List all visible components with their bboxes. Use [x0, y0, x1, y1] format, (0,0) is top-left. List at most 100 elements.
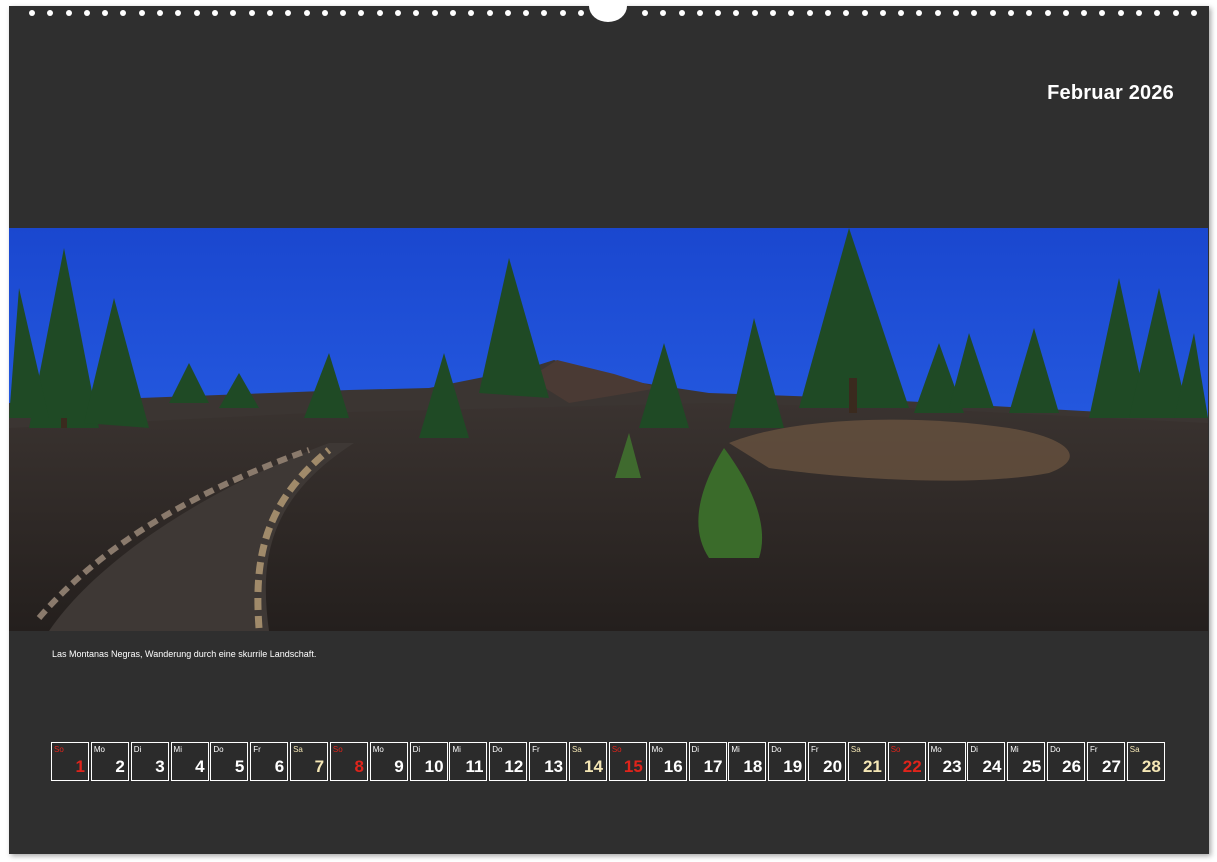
- weekday-label: Mo: [372, 745, 384, 754]
- weekday-label: So: [332, 745, 343, 754]
- day-number: 10: [424, 757, 444, 776]
- day-cell: Mi 4: [170, 742, 209, 781]
- binding-hole: [377, 10, 383, 16]
- binding-hole: [304, 10, 310, 16]
- weekday-label: Di: [412, 745, 421, 754]
- month-title: Februar 2026: [1047, 82, 1174, 104]
- day-number: 16: [663, 757, 683, 776]
- binding-hole: [487, 10, 493, 16]
- day-cell: Mo 23: [927, 742, 966, 781]
- binding-hole: [1045, 10, 1051, 16]
- landscape-photo-svg: [9, 228, 1208, 631]
- day-cell: Do 12: [489, 742, 528, 781]
- day-number: 27: [1102, 757, 1121, 776]
- binding-hole: [1063, 10, 1069, 16]
- day-cell: So 8: [329, 742, 368, 781]
- binding-hole: [249, 10, 255, 16]
- binding-hole: [578, 10, 584, 16]
- weekday-label: Sa: [850, 745, 861, 754]
- day-cell: So 22: [887, 742, 926, 781]
- day-number: 3: [155, 757, 165, 776]
- day-number: 28: [1141, 757, 1161, 776]
- binding-hole: [102, 10, 108, 16]
- day-cell: Do 26: [1047, 742, 1086, 781]
- binding-hole: [157, 10, 163, 16]
- binding-hole: [66, 10, 72, 16]
- day-number: 7: [314, 757, 325, 776]
- weekday-label: Do: [771, 745, 782, 754]
- binding-hole: [212, 10, 218, 16]
- weekday-label: So: [890, 745, 901, 754]
- day-cell: Di 10: [409, 742, 448, 781]
- day-number: 26: [1062, 757, 1082, 776]
- binding-hole: [971, 10, 977, 16]
- spiral-binding: [0, 0, 1217, 28]
- day-number: 24: [982, 757, 1002, 776]
- day-number: 11: [465, 757, 484, 776]
- binding-hole: [953, 10, 959, 16]
- binding-hole: [1081, 10, 1087, 16]
- day-cell: Di 24: [967, 742, 1006, 781]
- day-number: 4: [195, 757, 205, 776]
- day-cell: Fr 13: [529, 742, 568, 781]
- day-number: 9: [394, 757, 404, 776]
- binding-hole: [230, 10, 236, 16]
- binding-hole: [788, 10, 794, 16]
- weekday-label: Mi: [452, 745, 461, 754]
- day-cell: So 15: [608, 742, 647, 781]
- binding-hole: [505, 10, 511, 16]
- day-number: 17: [703, 757, 723, 776]
- day-number: 8: [354, 757, 364, 776]
- day-number: 18: [743, 757, 763, 776]
- binding-hole: [1118, 10, 1124, 16]
- day-cell: Mo 9: [369, 742, 408, 781]
- binding-hole: [679, 10, 685, 16]
- day-number: 23: [942, 757, 962, 776]
- binding-hole: [1191, 10, 1197, 16]
- weekday-label: So: [611, 745, 622, 754]
- binding-hole: [880, 10, 886, 16]
- binding-hole: [523, 10, 529, 16]
- weekday-label: Mo: [93, 745, 105, 754]
- binding-hole: [29, 10, 35, 16]
- hanger-hole: [589, 0, 627, 22]
- day-number: 5: [234, 757, 245, 776]
- binding-hole: [139, 10, 145, 16]
- day-cell: Do 19: [768, 742, 807, 781]
- day-cell: Sa 14: [568, 742, 607, 781]
- day-cell: Mi 18: [728, 742, 767, 781]
- binding-hole: [660, 10, 666, 16]
- binding-hole: [1099, 10, 1105, 16]
- day-cell: Mo 16: [648, 742, 687, 781]
- weekday-label: Fr: [811, 745, 819, 754]
- day-cell: Di 17: [688, 742, 727, 781]
- day-number: 22: [902, 757, 922, 776]
- binding-hole: [175, 10, 181, 16]
- day-cell: Sa 21: [847, 742, 886, 781]
- weekday-label: Mo: [930, 745, 942, 754]
- day-cell: Mo 2: [90, 742, 129, 781]
- weekday-label: Do: [213, 745, 224, 754]
- weekday-label: So: [54, 745, 64, 754]
- binding-hole: [1154, 10, 1160, 16]
- photo-caption: Las Montanas Negras, Wanderung durch ein…: [52, 649, 317, 659]
- binding-hole: [1008, 10, 1014, 16]
- binding-hole: [267, 10, 273, 16]
- binding-hole: [358, 10, 364, 16]
- day-cell: Fr 20: [808, 742, 847, 781]
- binding-hole: [1173, 10, 1179, 16]
- binding-hole: [395, 10, 401, 16]
- binding-hole: [916, 10, 922, 16]
- day-cell: Mi 25: [1007, 742, 1046, 781]
- weekday-label: Mo: [651, 745, 663, 754]
- weekday-label: Di: [970, 745, 978, 754]
- binding-hole: [990, 10, 996, 16]
- binding-hole: [807, 10, 813, 16]
- day-number: 6: [274, 757, 285, 776]
- binding-hole: [843, 10, 849, 16]
- day-cell: So 1: [51, 742, 89, 781]
- binding-hole: [468, 10, 474, 16]
- day-number: 15: [623, 757, 643, 776]
- binding-hole: [642, 10, 648, 16]
- day-cell: Sa 7: [290, 742, 329, 781]
